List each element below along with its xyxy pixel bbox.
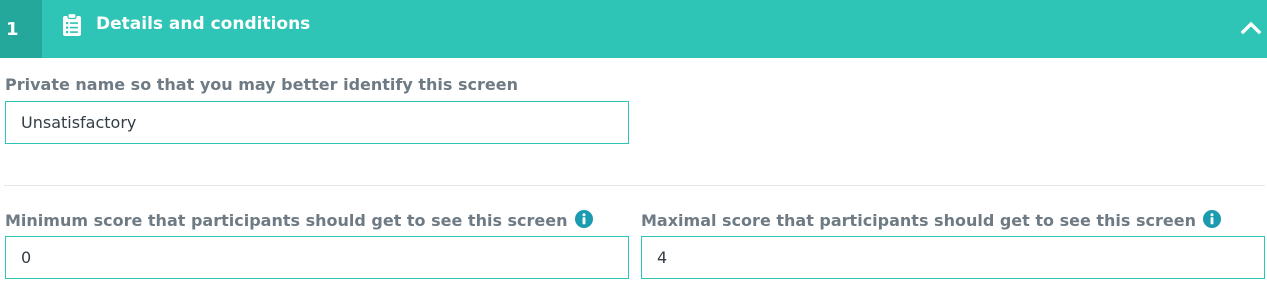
section-divider [4, 185, 1265, 186]
max-score-input[interactable] [641, 236, 1265, 279]
info-icon[interactable] [1202, 210, 1221, 228]
max-score-label-row: Maximal score that participants should g… [641, 210, 1221, 230]
private-name-input[interactable] [5, 101, 629, 144]
section-title: Details and conditions [96, 14, 311, 34]
private-name-label: Private name so that you may better iden… [5, 75, 518, 94]
section-header[interactable]: 1 Details and conditions [0, 0, 1267, 58]
step-number-badge: 1 [0, 0, 42, 58]
chevron-up-icon[interactable] [1237, 14, 1265, 42]
max-score-label: Maximal score that participants should g… [641, 211, 1196, 230]
min-score-label: Minimum score that participants should g… [5, 211, 568, 230]
clipboard-list-icon [63, 13, 81, 36]
min-score-input[interactable] [5, 236, 629, 279]
min-score-label-row: Minimum score that participants should g… [5, 210, 593, 230]
info-icon[interactable] [574, 210, 593, 228]
